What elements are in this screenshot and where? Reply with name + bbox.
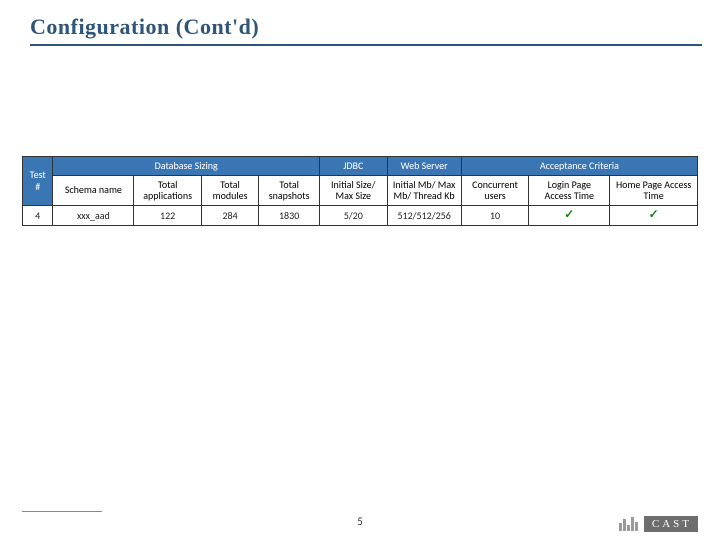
cell-test-no: 4 — [23, 205, 53, 226]
cell-total-snapshots: 1830 — [259, 205, 320, 226]
title-underline — [30, 44, 702, 46]
config-table: Test # Database Sizing JDBC Web Server A… — [22, 156, 698, 226]
logo-text: CAST — [644, 516, 698, 532]
section-web-server: Web Server — [387, 157, 461, 176]
header-schema-name: Schema name — [53, 175, 134, 205]
cell-schema-name: xxx_aad — [53, 205, 134, 226]
header-total-snapshots: Total snapshots — [259, 175, 320, 205]
cell-total-applications: 122 — [134, 205, 202, 226]
table-row: 4 xxx_aad 122 284 1830 5/20 512/512/256 … — [23, 205, 698, 226]
cell-initial-max-thread: 512/512/256 — [387, 205, 461, 226]
page-number: 5 — [0, 515, 720, 528]
cell-home-access-pass: ✓ — [610, 205, 698, 226]
config-table-wrap: Test # Database Sizing JDBC Web Server A… — [22, 156, 698, 226]
cast-logo: CAST — [619, 516, 698, 532]
section-db-sizing: Database Sizing — [53, 157, 320, 176]
slide: Configuration (Cont'd) Test # Database S… — [0, 0, 720, 540]
header-row: Schema name Total applications Total mod… — [23, 175, 698, 205]
header-total-applications: Total applications — [134, 175, 202, 205]
section-acceptance: Acceptance Criteria — [461, 157, 697, 176]
header-concurrent-users: Concurrent users — [461, 175, 529, 205]
cell-concurrent-users: 10 — [461, 205, 529, 226]
logo-bars-icon — [619, 517, 638, 531]
header-initial-max-size: Initial Size/ Max Size — [320, 175, 388, 205]
cell-initial-max-size: 5/20 — [320, 205, 388, 226]
footer-rule — [22, 511, 102, 512]
header-initial-max-thread: Initial Mb/ Max Mb/ Thread Kb — [387, 175, 461, 205]
cell-login-access-pass: ✓ — [529, 205, 610, 226]
section-jdbc: JDBC — [320, 157, 388, 176]
header-home-access: Home Page Access Time — [610, 175, 698, 205]
page-title: Configuration (Cont'd) — [30, 14, 259, 40]
header-total-modules: Total modules — [201, 175, 258, 205]
header-test-no: Test # — [23, 157, 53, 206]
section-row: Test # Database Sizing JDBC Web Server A… — [23, 157, 698, 176]
header-login-access: Login Page Access Time — [529, 175, 610, 205]
cell-total-modules: 284 — [201, 205, 258, 226]
